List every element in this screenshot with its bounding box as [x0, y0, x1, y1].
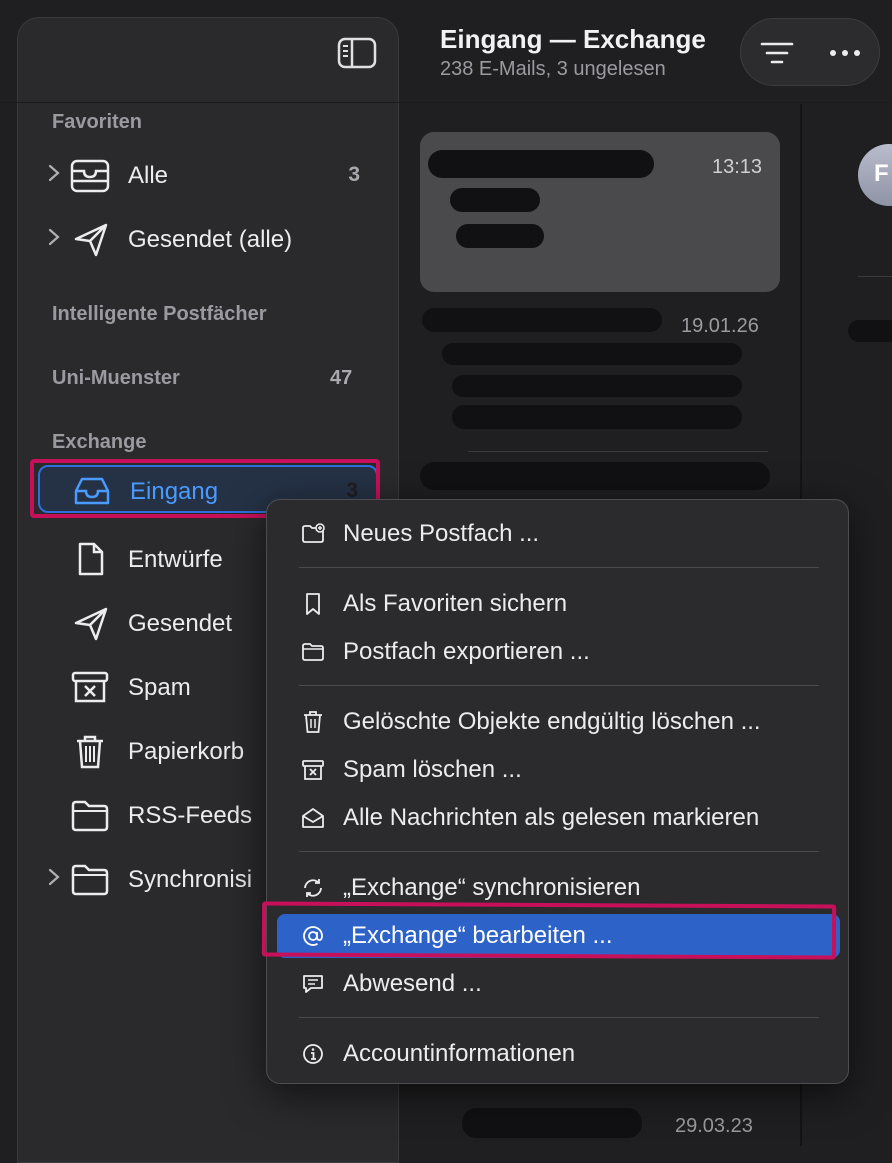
folder-icon [71, 800, 109, 832]
redaction-bar [456, 224, 544, 248]
junk-icon [302, 760, 324, 780]
toolbar-divider [0, 102, 892, 103]
redaction-bar [452, 405, 742, 429]
menu-item-label: Neues Postfach ... [343, 520, 540, 547]
menu-item-label: „Exchange“ synchronisieren [343, 874, 641, 901]
open-envelope-icon [302, 808, 324, 828]
menu-item-out-of-office[interactable]: Abwesend ... [277, 962, 840, 1006]
menu-item-export-mailbox[interactable]: Postfach exportieren ... [277, 630, 840, 674]
trash-icon [77, 735, 103, 769]
sidebar-item-label: Synchronisi [128, 866, 253, 893]
menu-item-label: Alle Nachrichten als gelesen markieren [343, 804, 760, 831]
menu-item-mark-all-read[interactable]: Alle Nachrichten als gelesen markieren [277, 796, 840, 840]
redaction-bar [442, 343, 742, 365]
uni-count: 47 [330, 367, 353, 389]
sidebar-item-alle[interactable]: Alle 3 [38, 151, 378, 199]
sidebar-item-label: RSS-Feeds [128, 802, 253, 829]
message-bubble-icon [303, 975, 323, 993]
menu-item-erase-deleted[interactable]: Gelöschte Objekte endgültig löschen ... [277, 700, 840, 744]
trash-icon [304, 711, 322, 733]
annotation-highlight [261, 901, 837, 960]
mailbox-subtitle: 238 E-Mails, 3 ungelesen [440, 58, 666, 80]
sidebar-toggle-button[interactable] [337, 36, 377, 70]
message-row-selected[interactable]: 13:13 [420, 132, 780, 292]
menu-separator [299, 685, 819, 686]
redaction-bar [422, 308, 662, 332]
redaction-bar [420, 462, 770, 490]
menu-item-label: Spam löschen ... [343, 756, 522, 783]
menu-item-label: Accountinformationen [343, 1040, 576, 1067]
document-icon [78, 542, 104, 576]
ellipsis-icon [830, 50, 860, 56]
message-time: 29.03.23 [675, 1115, 753, 1137]
preview-divider [858, 276, 892, 277]
menu-item-label: Postfach exportieren ... [343, 638, 590, 665]
mailbox-title: Eingang — Exchange [440, 24, 706, 54]
chevron-right-icon[interactable] [47, 163, 61, 183]
redaction-bar [462, 1108, 642, 1138]
avatar-initial: F [874, 160, 889, 187]
section-uni-muenster[interactable]: Uni-Muenster [52, 367, 180, 390]
redaction-bar [428, 150, 654, 178]
menu-item-label: Gelöschte Objekte endgültig löschen ... [343, 708, 761, 735]
unread-count: 3 [348, 163, 360, 186]
sidebar-icon [337, 37, 377, 69]
sidebar-item-label: Spam [128, 674, 191, 701]
menu-item-account-info[interactable]: Accountinformationen [277, 1032, 840, 1076]
menu-separator [299, 567, 819, 568]
redaction-bar [452, 375, 742, 397]
section-exchange[interactable]: Exchange [52, 431, 146, 454]
sync-icon [304, 879, 322, 897]
tray-icon [70, 159, 110, 193]
paperplane-icon [74, 223, 108, 257]
message-time: 13:13 [712, 156, 763, 178]
chevron-right-icon[interactable] [47, 227, 61, 247]
menu-item-label: Als Favoriten sichern [343, 590, 568, 617]
junk-icon [71, 671, 109, 703]
section-favorites: Favoriten [52, 111, 143, 133]
menu-item-new-mailbox[interactable]: Neues Postfach ... [277, 512, 840, 556]
message-time: 19.01.26 [681, 315, 759, 337]
avatar: F [858, 144, 892, 206]
sidebar-item-label: Gesendet (alle) [128, 226, 293, 253]
menu-item-label: Abwesend ... [343, 970, 482, 997]
chevron-right-icon[interactable] [47, 867, 61, 887]
filter-icon [760, 42, 794, 64]
filter-button[interactable] [759, 39, 795, 67]
sidebar-item-label: Papierkorb [128, 738, 245, 765]
folder-icon [71, 864, 109, 896]
sidebar-item-label: Entwürfe [128, 546, 223, 573]
row-divider [468, 451, 768, 452]
menu-item-erase-junk[interactable]: Spam löschen ... [277, 748, 840, 792]
context-menu: Neues Postfach ... Als Favoriten sichern… [266, 499, 849, 1084]
new-folder-icon [302, 523, 325, 543]
sidebar-item-label: Alle [128, 162, 169, 189]
more-button[interactable] [825, 43, 865, 63]
bookmark-icon [306, 593, 320, 615]
redaction-bar [450, 188, 540, 212]
menu-separator [299, 1017, 819, 1018]
sidebar-item-label: Gesendet [128, 610, 233, 637]
toolbar-group [740, 18, 880, 86]
redaction-bar [848, 320, 892, 342]
menu-separator [299, 851, 819, 852]
menu-item-save-favorite[interactable]: Als Favoriten sichern [277, 582, 840, 626]
paperplane-icon [74, 607, 108, 641]
folder-icon [302, 643, 324, 661]
sidebar-item-gesendet-alle[interactable]: Gesendet (alle) [38, 215, 378, 263]
section-smart-mailboxes[interactable]: Intelligente Postfächer [52, 303, 267, 326]
info-icon [303, 1044, 323, 1064]
